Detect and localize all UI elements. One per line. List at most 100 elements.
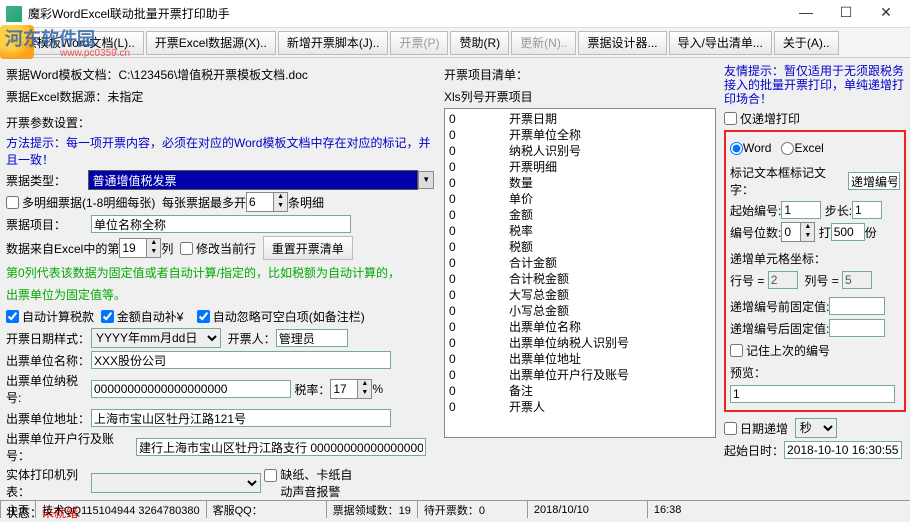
tb-excel-source[interactable]: 开票Excel数据源(X).. bbox=[146, 31, 276, 55]
list-item[interactable]: 0开票日期 bbox=[449, 111, 711, 127]
addr-input[interactable] bbox=[91, 409, 391, 427]
tb-update[interactable]: 更新(N).. bbox=[511, 31, 576, 55]
auto-yen-checkbox[interactable] bbox=[101, 310, 114, 323]
step-input[interactable] bbox=[852, 201, 882, 219]
right-tip: 友情提示：暂仅适用于无须跟税务接入的批量开票打印，单纯递增打印场合！ bbox=[724, 64, 906, 106]
dateformat-label: 开票日期样式： bbox=[6, 330, 91, 347]
excel-col-spin[interactable]: ▲▼ bbox=[119, 238, 161, 258]
list-item[interactable]: 0小写总金额 bbox=[449, 303, 711, 319]
reset-list-button[interactable]: 重置开票清单 bbox=[263, 236, 353, 260]
mark-input[interactable] bbox=[848, 172, 900, 190]
tb-donate[interactable]: 赞助(R) bbox=[450, 31, 509, 55]
opener-label: 开票人： bbox=[228, 330, 276, 347]
prefix-input[interactable] bbox=[829, 297, 885, 315]
rate-input[interactable] bbox=[331, 380, 357, 398]
list-item[interactable]: 0开票单位全称 bbox=[449, 127, 711, 143]
sb-date: 2018/10/10 bbox=[527, 501, 647, 518]
list-item[interactable]: 0金额 bbox=[449, 207, 711, 223]
start-label: 起始编号: bbox=[730, 202, 781, 219]
max-per-spin[interactable]: ▲▼ bbox=[246, 192, 288, 212]
tb-about[interactable]: 关于(A).. bbox=[774, 31, 839, 55]
bank-input[interactable] bbox=[136, 438, 426, 456]
row-input bbox=[768, 271, 798, 289]
remember-checkbox[interactable] bbox=[730, 344, 743, 357]
list-item[interactable]: 0大写总金额 bbox=[449, 287, 711, 303]
type-combo[interactable]: 普通增值税发票 bbox=[88, 170, 418, 190]
item-label: 票据项目： bbox=[6, 216, 91, 233]
sb-time: 16:38 bbox=[647, 501, 910, 518]
date-incr-checkbox[interactable] bbox=[724, 422, 737, 435]
tb-new-script[interactable]: 新增开票脚本(J).. bbox=[278, 31, 389, 55]
company-label: 出票单位名称： bbox=[6, 352, 91, 369]
col-input bbox=[842, 271, 872, 289]
auto-skip-checkbox[interactable] bbox=[197, 310, 210, 323]
company-input[interactable] bbox=[91, 351, 391, 369]
row-label: 行号 = bbox=[730, 272, 764, 289]
list-item[interactable]: 0开票人 bbox=[449, 399, 711, 415]
list-item[interactable]: 0合计税金额 bbox=[449, 271, 711, 287]
mid-col1: Xls列号 bbox=[444, 88, 485, 105]
mid-list[interactable]: 0开票日期0开票单位全称0纳税人识别号0开票明细0数量0单价0金额0税率0税额0… bbox=[444, 108, 716, 438]
start-input[interactable] bbox=[781, 201, 821, 219]
list-item[interactable]: 0税率 bbox=[449, 223, 711, 239]
status-bar: 主页 技术QQ115104944 3264780380 客服QQ： 票据领域数：… bbox=[0, 500, 910, 518]
list-item[interactable]: 0合计金额 bbox=[449, 255, 711, 271]
window-title: 魔彩WordExcel联动批量开票打印助手 bbox=[28, 5, 786, 22]
radio-excel-label: Excel bbox=[794, 141, 823, 155]
addr-label: 出票单位地址： bbox=[6, 410, 91, 427]
remember-label: 记住上次的编号 bbox=[746, 342, 830, 359]
list-item[interactable]: 0出票单位名称 bbox=[449, 319, 711, 335]
modify-current-label: 修改当前行 bbox=[196, 240, 256, 257]
list-item[interactable]: 0税额 bbox=[449, 239, 711, 255]
startdate-input[interactable] bbox=[784, 441, 902, 459]
list-item[interactable]: 0开票明细 bbox=[449, 159, 711, 175]
max-per-input[interactable] bbox=[247, 193, 273, 211]
printer-select[interactable] bbox=[91, 473, 261, 493]
incr-panel: Word Excel 标记文本框标记文字： 起始编号: 步长: 编号位数: ▲▼… bbox=[724, 130, 906, 412]
print-copies-input[interactable] bbox=[831, 223, 865, 241]
sb-pending: 待开票数：0 bbox=[417, 501, 527, 518]
list-item[interactable]: 0单价 bbox=[449, 191, 711, 207]
multi-detail-checkbox[interactable] bbox=[6, 196, 19, 209]
radio-excel[interactable] bbox=[781, 142, 794, 155]
list-item[interactable]: 0备注 bbox=[449, 383, 711, 399]
sb-techqq: 技术QQ115104944 3264780380 bbox=[35, 501, 206, 518]
opener-input[interactable] bbox=[276, 329, 348, 347]
digits-input[interactable] bbox=[782, 223, 800, 241]
type-combo-arrow[interactable]: ▼ bbox=[418, 171, 434, 189]
params-title: 开票参数设置： bbox=[6, 114, 90, 131]
list-item[interactable]: 0纳税人识别号 bbox=[449, 143, 711, 159]
dateformat-select[interactable]: YYYY年mm月dd日 bbox=[91, 328, 221, 348]
paper-alarm-checkbox[interactable] bbox=[264, 469, 277, 482]
tb-invoice[interactable]: 开票(P) bbox=[390, 31, 448, 55]
rate-spin[interactable]: ▲▼ bbox=[330, 379, 372, 399]
radio-word[interactable] bbox=[730, 142, 743, 155]
preview-input[interactable] bbox=[730, 385, 895, 403]
params-hint: 方法提示：每一项开票内容，必须在对应的Word模板文档中存在对应的标记，并且一致… bbox=[6, 134, 434, 168]
list-item[interactable]: 0出票单位纳税人识别号 bbox=[449, 335, 711, 351]
sb-fieldcount: 票据领域数：19 bbox=[326, 501, 417, 518]
list-item[interactable]: 0数量 bbox=[449, 175, 711, 191]
only-incr-checkbox[interactable] bbox=[724, 112, 737, 125]
digits-spin[interactable]: ▲▼ bbox=[781, 222, 815, 242]
item-input[interactable] bbox=[91, 215, 351, 233]
sb-home[interactable]: 主页 bbox=[0, 501, 35, 518]
modify-current-checkbox[interactable] bbox=[180, 242, 193, 255]
auto-tax-label: 自动计算税款 bbox=[22, 308, 94, 325]
note-line2: 出票单位为固定值等。 bbox=[6, 286, 126, 303]
suffix-input[interactable] bbox=[829, 319, 885, 337]
tb-designer[interactable]: 票据设计器... bbox=[578, 31, 666, 55]
max-per-suffix: 条明细 bbox=[288, 194, 324, 211]
taxid-input[interactable] bbox=[91, 380, 291, 398]
list-item[interactable]: 0出票单位地址 bbox=[449, 351, 711, 367]
date-unit-select[interactable]: 秒 bbox=[795, 418, 837, 438]
mark-label: 标记文本框标记文字： bbox=[730, 164, 848, 198]
auto-tax-checkbox[interactable] bbox=[6, 310, 19, 323]
tb-import-export[interactable]: 导入/导出清单... bbox=[669, 31, 772, 55]
minimize-button[interactable]: — bbox=[786, 1, 826, 27]
close-button[interactable]: ✕ bbox=[866, 1, 906, 27]
maximize-button[interactable]: ☐ bbox=[826, 1, 866, 27]
list-item[interactable]: 0出票单位开户行及账号 bbox=[449, 367, 711, 383]
preview-label: 预览： bbox=[730, 364, 766, 381]
excel-col-input[interactable] bbox=[120, 239, 146, 257]
